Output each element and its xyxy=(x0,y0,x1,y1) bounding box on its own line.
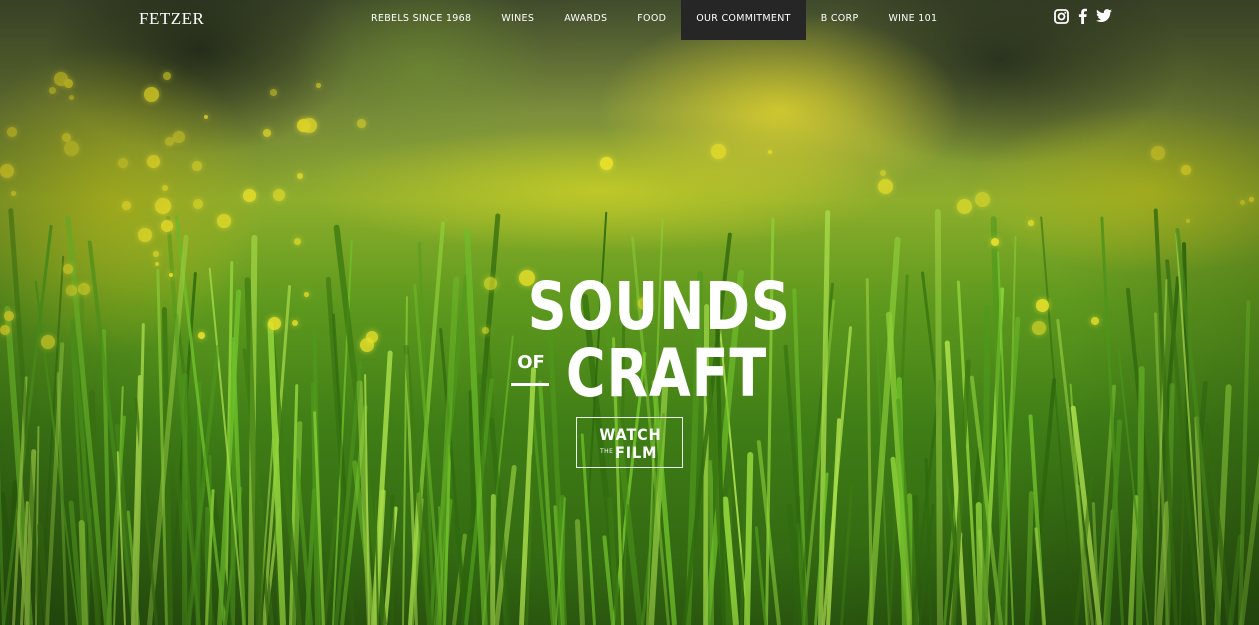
fetzer-logo[interactable]: FETZER xyxy=(139,9,204,29)
nav-item-awards[interactable]: AWARDS xyxy=(549,0,622,40)
nav-item-wine-101[interactable]: WINE 101 xyxy=(873,0,952,40)
facebook-icon[interactable] xyxy=(1078,8,1087,29)
watch-film-button[interactable]: WATCH THE FILM xyxy=(576,417,683,468)
instagram-icon[interactable] xyxy=(1054,8,1069,29)
nav-item-wines[interactable]: WINES xyxy=(486,0,549,40)
social-links xyxy=(1054,8,1112,29)
nav-item-our-commitment[interactable]: OUR COMMITMENT xyxy=(681,0,806,40)
title-of-underline xyxy=(511,383,549,386)
twitter-icon[interactable] xyxy=(1096,9,1112,28)
top-navigation-bar: FETZER REBELS SINCE 1968 WINES AWARDS FO… xyxy=(0,0,1259,40)
title-of: OF xyxy=(517,352,545,373)
nav-item-food[interactable]: FOOD xyxy=(622,0,681,40)
title-craft: CRAFT xyxy=(565,335,768,412)
main-nav: REBELS SINCE 1968 WINES AWARDS FOOD OUR … xyxy=(356,0,952,40)
title-sounds: SOUNDS xyxy=(527,268,791,345)
watch-label: WATCH xyxy=(599,425,662,444)
the-label: THE xyxy=(600,448,614,455)
film-label: FILM xyxy=(615,443,658,462)
nav-item-b-corp[interactable]: B CORP xyxy=(806,0,874,40)
nav-item-rebels-since-1968[interactable]: REBELS SINCE 1968 xyxy=(356,0,486,40)
